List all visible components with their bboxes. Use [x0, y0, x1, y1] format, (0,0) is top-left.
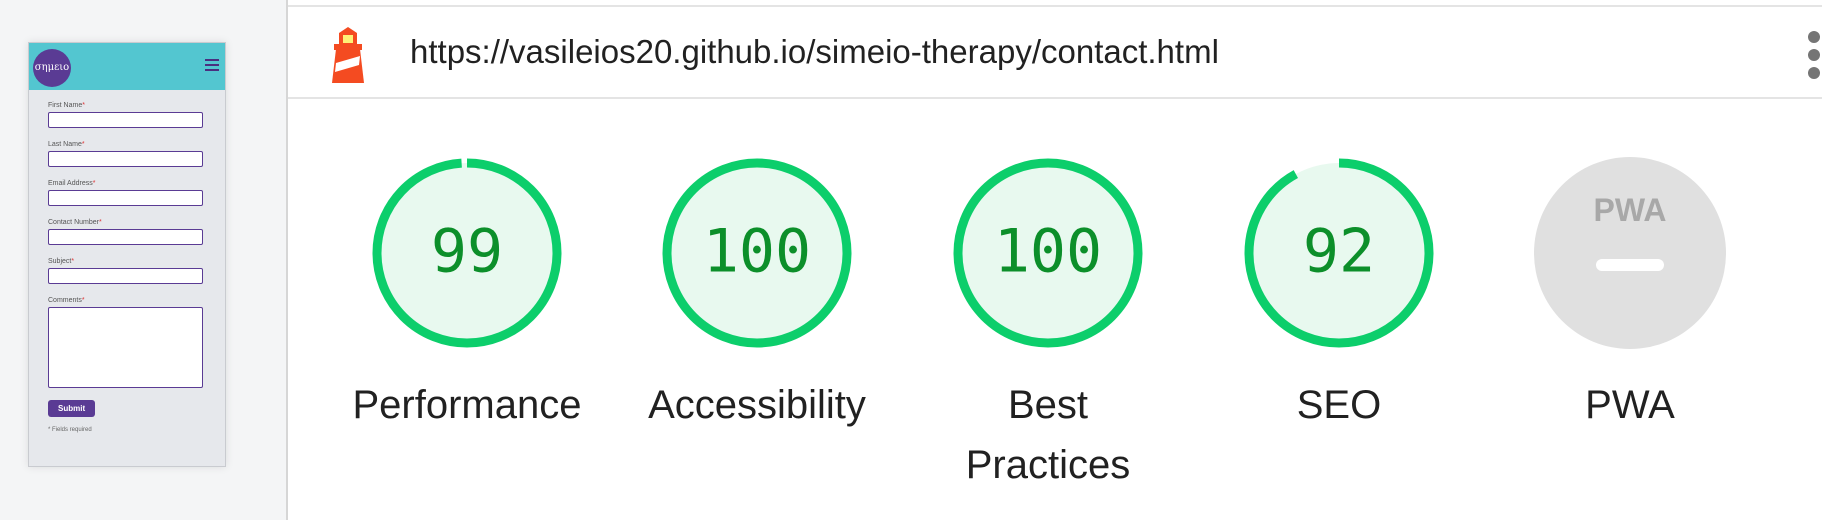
comments-label: Comments*	[48, 297, 85, 304]
gauge-ring: 100	[953, 158, 1143, 348]
contact-number-input	[48, 229, 203, 245]
audited-url: https://vasileios20.github.io/simeio-the…	[410, 33, 1219, 70]
gauge-label: PWA	[1585, 383, 1675, 427]
gauge-label: SEO	[1296, 383, 1382, 427]
gauge-ring: 92	[1244, 158, 1434, 348]
gauge-label: Performance	[352, 383, 582, 427]
gauge-score: 100	[994, 217, 1102, 287]
page-screenshot-thumbnail[interactable]: σημειο First Name* Last Name* Email Addr…	[28, 42, 226, 467]
comments-textarea	[48, 307, 203, 388]
page-preview-pane: σημειο First Name* Last Name* Email Addr…	[0, 0, 288, 520]
gauge-ring: 100	[662, 158, 852, 348]
first-name-label: First Name*	[48, 102, 85, 109]
gauge-seo[interactable]: 92 SEO	[1214, 155, 1464, 435]
gauge-ring: 99	[372, 158, 562, 348]
gauge-pwa[interactable]: PWA PWA	[1505, 155, 1755, 435]
pwa-badge: PWA	[1534, 157, 1726, 349]
gauge-performance[interactable]: 99 Performance	[342, 155, 592, 435]
last-name-input	[48, 151, 203, 167]
report-topbar: https://vasileios20.github.io/simeio-the…	[288, 5, 1822, 99]
gauge-label: Accessibility	[648, 383, 866, 427]
required-fields-note: * Fields required	[48, 427, 92, 433]
subject-input	[48, 268, 203, 284]
site-logo: σημειο	[33, 49, 71, 87]
submit-button: Submit	[48, 400, 96, 417]
more-vert-icon[interactable]	[1808, 31, 1822, 79]
gauge-score: 99	[431, 217, 503, 287]
score-gauges: 99 Performance 100 Accessibility 100 Bes…	[288, 155, 1822, 495]
gauge-best-practices[interactable]: 100 Best Practices	[923, 155, 1173, 495]
last-name-label: Last Name*	[48, 141, 85, 148]
site-header: σημειο	[29, 43, 225, 90]
pwa-logo-text: PWA	[1594, 192, 1667, 228]
gauge-accessibility[interactable]: 100 Accessibility	[632, 155, 882, 435]
gauge-score: 92	[1303, 217, 1375, 287]
gauge-label: Best Practices	[965, 383, 1131, 487]
email-label: Email Address*	[48, 180, 96, 187]
first-name-input	[48, 112, 203, 128]
contact-number-label: Contact Number*	[48, 219, 102, 226]
subject-label: Subject*	[48, 258, 75, 265]
lighthouse-report: https://vasileios20.github.io/simeio-the…	[288, 0, 1822, 520]
hamburger-menu-icon	[205, 59, 219, 71]
lighthouse-icon	[332, 27, 364, 83]
screen: σημειο First Name* Last Name* Email Addr…	[0, 0, 1822, 520]
not-applicable-bar	[1596, 259, 1664, 271]
gauge-score: 100	[703, 217, 811, 287]
email-input	[48, 190, 203, 206]
contact-form: First Name* Last Name* Email Address* Co…	[29, 90, 225, 433]
